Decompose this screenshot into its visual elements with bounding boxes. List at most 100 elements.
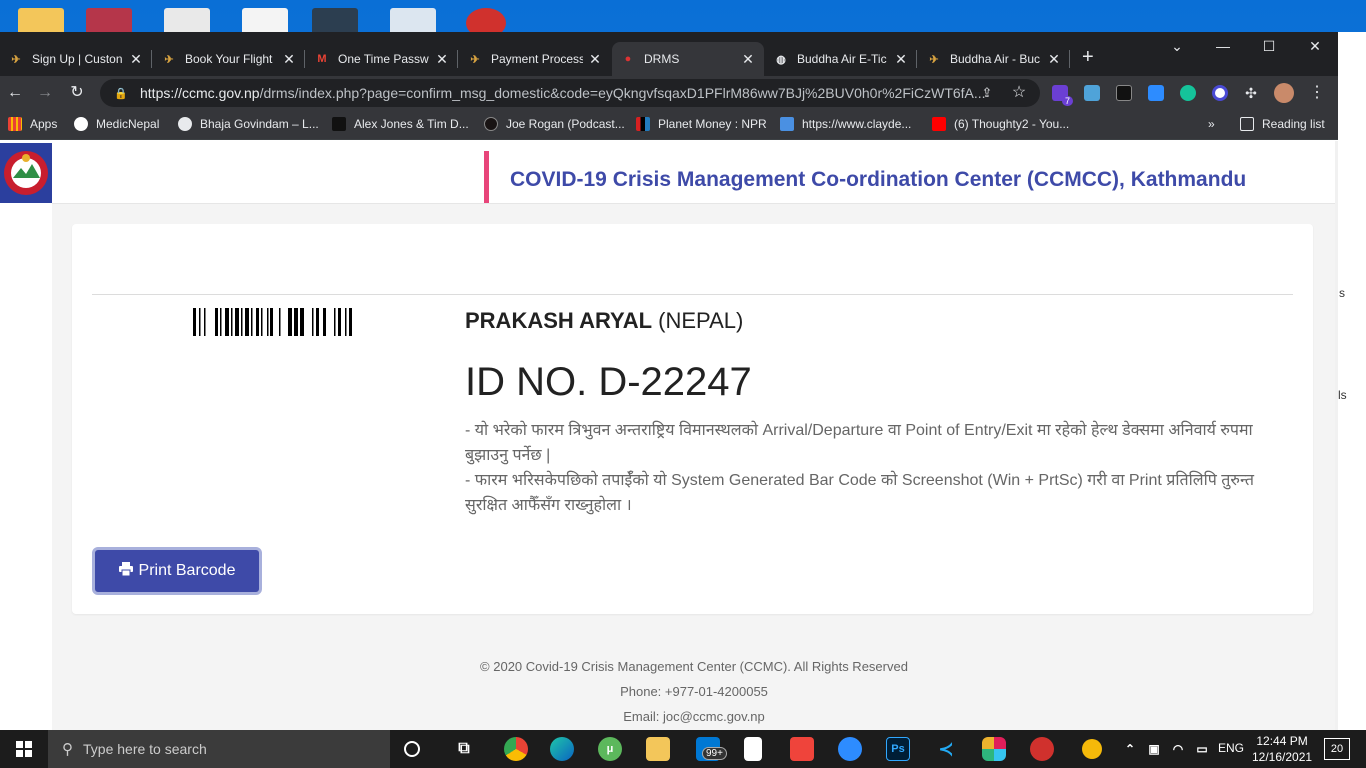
- bookmark-label: Joe Rogan (Podcast...: [506, 117, 625, 131]
- bookmarks-bar: Apps MedicNepal Bhaja Govindam – L... Al…: [0, 110, 1338, 140]
- notification-center-button[interactable]: 20: [1324, 738, 1350, 760]
- extensions-puzzle-icon[interactable]: ✣: [1240, 82, 1262, 104]
- tab-payment-process[interactable]: ✈ Payment Process ✕: [459, 42, 611, 76]
- extension-badge: 7: [1062, 96, 1074, 106]
- extension-zoom-icon[interactable]: [1148, 85, 1164, 101]
- edge-text: s: [1339, 286, 1345, 300]
- browser-toolbar: ← → ↻ 🔒 https://ccmc.gov.np /drms/index.…: [0, 76, 1338, 110]
- tab-buddha-air-eticket[interactable]: ◍ Buddha Air E-Tic ✕: [765, 42, 917, 76]
- chevron-up-icon[interactable]: ⌃: [1118, 737, 1142, 761]
- windows-start-button[interactable]: [0, 730, 48, 768]
- bookmark-thoughty2[interactable]: (6) Thoughty2 - You...: [932, 117, 1069, 131]
- anydesk-taskbar-icon[interactable]: [790, 737, 814, 761]
- back-button[interactable]: ←: [4, 82, 26, 104]
- divider: [92, 294, 1293, 295]
- id-number: ID NO. D-22247: [465, 360, 752, 404]
- bookmark-bhaja-govindam[interactable]: Bhaja Govindam – L...: [178, 117, 319, 131]
- tab-title: Buddha Air E-Tic: [797, 52, 887, 66]
- bookmark-claydesign[interactable]: https://www.clayde...: [780, 117, 911, 131]
- zoom-taskbar-icon[interactable]: [838, 737, 862, 761]
- edge-text: ls: [1338, 388, 1347, 402]
- tab-drms[interactable]: ● DRMS ✕: [612, 42, 764, 76]
- close-icon[interactable]: ✕: [587, 51, 603, 68]
- bookmark-label: MedicNepal: [96, 117, 160, 131]
- extension-translate-icon[interactable]: [1084, 85, 1100, 101]
- bookmark-medicnepal[interactable]: MedicNepal: [74, 117, 159, 131]
- app-red-taskbar-icon[interactable]: [1030, 737, 1054, 761]
- photoshop-taskbar-icon[interactable]: Ps: [886, 737, 910, 761]
- utorrent-taskbar-icon[interactable]: μ: [598, 737, 622, 761]
- bookmark-label: Alex Jones & Tim D...: [354, 117, 469, 131]
- sticky-yellow-icon[interactable]: [1082, 739, 1102, 759]
- tab-search-icon[interactable]: ⌄: [1154, 38, 1200, 55]
- taskbar: ⚲ Type here to search ⧉ μ 99+ Ps ≺ ⌃ ▣ ◠…: [0, 730, 1366, 768]
- language-indicator[interactable]: ENG: [1218, 741, 1244, 755]
- tab-one-time-password[interactable]: M One Time Passw ✕: [306, 42, 458, 76]
- extension-grammarly-icon[interactable]: [1180, 85, 1196, 101]
- confirmation-card: PRAKASH ARYAL (NEPAL) ID NO. D-22247 - य…: [72, 224, 1313, 614]
- profile-avatar[interactable]: [1274, 83, 1294, 103]
- more-bookmarks-icon[interactable]: »: [1208, 117, 1215, 131]
- bookmark-joe-rogan[interactable]: Joe Rogan (Podcast...: [484, 117, 625, 131]
- spotify-icon: [484, 117, 498, 131]
- bookmark-star-icon[interactable]: ☆: [1008, 82, 1030, 104]
- reading-list[interactable]: Reading list: [1240, 117, 1325, 131]
- chrome-taskbar-icon[interactable]: [504, 737, 528, 761]
- bookmark-label: https://www.clayde...: [802, 117, 912, 131]
- bookmark-alex-jones[interactable]: Alex Jones & Tim D...: [332, 117, 469, 131]
- bookmark-label: Apps: [30, 117, 58, 131]
- notepad-taskbar-icon[interactable]: [744, 737, 762, 761]
- address-bar[interactable]: 🔒 https://ccmc.gov.np /drms/index.php?pa…: [100, 79, 1040, 107]
- printer-icon: [118, 561, 133, 581]
- vscode-taskbar-icon[interactable]: ≺: [934, 737, 958, 761]
- tray-app-icon[interactable]: ▣: [1142, 737, 1166, 761]
- footer-phone: Phone: +977-01-4200055: [620, 684, 768, 699]
- close-icon[interactable]: ✕: [1046, 51, 1062, 68]
- close-icon[interactable]: ✕: [128, 51, 144, 68]
- menu-kebab-icon[interactable]: ⋮: [1306, 82, 1328, 104]
- extension-keyboard-icon[interactable]: [1116, 85, 1132, 101]
- url-path: /drms/index.php?page=confirm_msg_domesti…: [259, 85, 986, 101]
- clock-date: 12/16/2021: [1252, 750, 1313, 764]
- close-icon[interactable]: ✕: [740, 51, 756, 68]
- file-explorer-icon[interactable]: [646, 737, 670, 761]
- battery-icon[interactable]: ▭: [1190, 737, 1214, 761]
- wifi-icon[interactable]: ◠: [1166, 737, 1190, 761]
- taskbar-clock[interactable]: 12:44 PM 12/16/2021: [1252, 733, 1312, 765]
- bookmark-planet-money[interactable]: Planet Money : NPR: [636, 117, 767, 131]
- medic-icon: [74, 117, 88, 131]
- taskbar-search-box[interactable]: ⚲ Type here to search: [48, 730, 390, 768]
- edge-taskbar-icon[interactable]: [550, 737, 574, 761]
- reload-button[interactable]: ↻: [66, 82, 88, 104]
- forward-button[interactable]: →: [34, 82, 56, 104]
- close-icon[interactable]: ✕: [434, 51, 450, 68]
- close-window-button[interactable]: ✕: [1292, 38, 1338, 55]
- print-button-label: Print Barcode: [138, 562, 236, 579]
- slack-taskbar-icon[interactable]: [982, 737, 1006, 761]
- cortana-icon[interactable]: [404, 741, 420, 757]
- tab-sign-up[interactable]: ✈ Sign Up | Custon ✕: [0, 42, 152, 76]
- header-accent-bar: [484, 151, 489, 203]
- buddha-air-icon: ✈: [470, 53, 480, 66]
- tab-buddha-air-book[interactable]: ✈ Buddha Air - Buc ✕: [918, 42, 1070, 76]
- page-content: COVID-19 Crisis Management Co-ordination…: [0, 141, 1338, 730]
- nepal-emblem-logo[interactable]: [0, 143, 52, 203]
- gmail-icon: M: [317, 53, 327, 65]
- instruction-line: - यो भरेको फारम त्रिभुवन अन्तराष्ट्रिय व…: [465, 422, 1253, 464]
- close-icon[interactable]: ✕: [893, 51, 909, 68]
- task-view-icon[interactable]: ⧉: [452, 737, 476, 761]
- tab-book-flight[interactable]: ✈ Book Your Flight ✕: [153, 42, 305, 76]
- new-tab-button[interactable]: +: [1082, 46, 1094, 69]
- nepal-emblem-icon: ●: [624, 53, 632, 65]
- clock-time: 12:44 PM: [1256, 734, 1308, 748]
- maximize-button[interactable]: ☐: [1246, 38, 1292, 55]
- site-header: COVID-19 Crisis Management Co-ordination…: [52, 141, 1336, 204]
- share-icon[interactable]: ⇪: [976, 82, 998, 104]
- bookmark-label: (6) Thoughty2 - You...: [954, 117, 1070, 131]
- buddha-air-icon: ✈: [11, 53, 21, 66]
- bookmark-apps[interactable]: Apps: [8, 117, 57, 131]
- print-barcode-button[interactable]: Print Barcode: [92, 547, 262, 595]
- minimize-button[interactable]: —: [1200, 38, 1246, 54]
- close-icon[interactable]: ✕: [281, 51, 297, 68]
- extension-block-icon[interactable]: [1212, 85, 1228, 101]
